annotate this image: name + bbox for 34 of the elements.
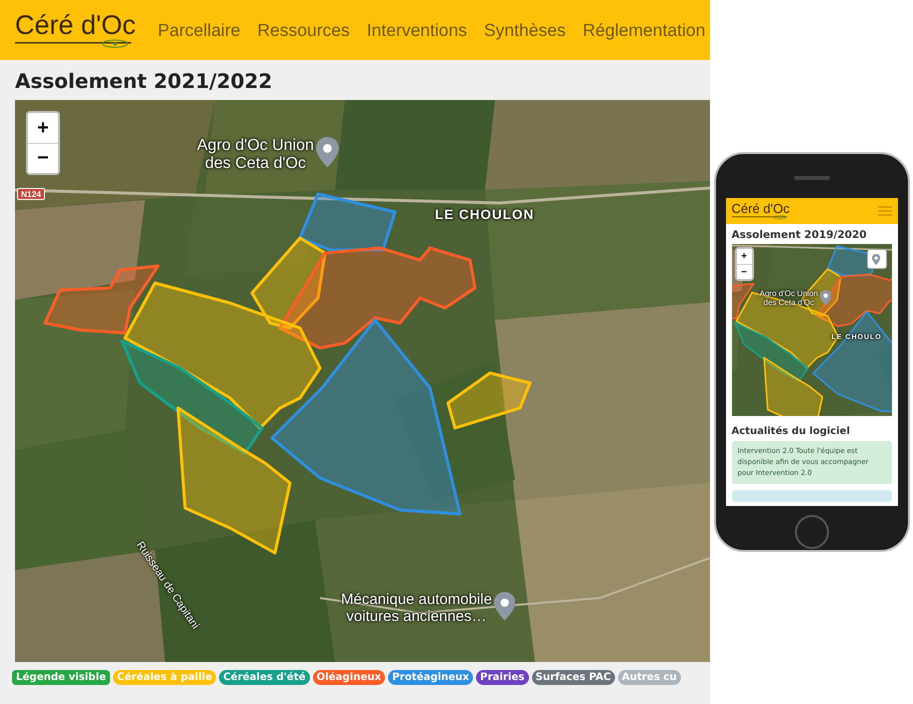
- page-title: Assolement 2019/2020: [730, 228, 868, 243]
- nav-link[interactable]: Synthèses: [484, 20, 566, 40]
- section-title: Actualités du logiciel: [730, 425, 851, 439]
- legend-tag[interactable]: Surfaces PAC: [532, 670, 615, 685]
- logo-underline-icon: [15, 38, 132, 48]
- map-pin-icon: [820, 290, 832, 306]
- zoom-out-button[interactable]: −: [28, 143, 58, 173]
- legend-tag[interactable]: Céréales d'été: [219, 670, 310, 685]
- place-label: Agro d'Oc Union des Ceta d'Oc: [197, 137, 314, 172]
- map-pin-icon: [316, 137, 339, 168]
- road-sign: N124: [17, 188, 46, 200]
- home-button[interactable]: [794, 515, 828, 549]
- place-label: Agro d'Oc Union des Ceta d'Oc: [760, 290, 818, 308]
- menu-icon[interactable]: [878, 206, 892, 216]
- page-title: Assolement 2021/2022: [14, 68, 274, 95]
- legend-tag[interactable]: Autres cu: [618, 670, 681, 685]
- legend-tag[interactable]: Oléagineux: [312, 670, 386, 685]
- nav-link[interactable]: Réglementation: [582, 20, 706, 40]
- legend-tag[interactable]: Légende visible: [12, 670, 110, 685]
- phone-speaker: [794, 176, 830, 180]
- legend-tag[interactable]: Prairies: [476, 670, 528, 685]
- logo-text[interactable]: Céré d'Oc: [15, 12, 136, 39]
- legend-tag[interactable]: Protéagineux: [388, 670, 474, 685]
- nav-link[interactable]: Parcellaire: [158, 20, 240, 40]
- locate-button[interactable]: [866, 249, 886, 269]
- map-pin-icon: [494, 592, 516, 620]
- nav-link[interactable]: Interventions: [366, 20, 467, 40]
- logo-text[interactable]: Céré d'Oc: [732, 202, 790, 216]
- map-pin-icon: [872, 254, 881, 264]
- nav-link[interactable]: Ressources: [257, 20, 350, 40]
- locality-label: LE CHOULON: [435, 208, 534, 223]
- place-label: Mécanique automobile voitures anciennes…: [341, 592, 492, 625]
- logo-underline-icon: [732, 215, 788, 220]
- zoom-out-button[interactable]: −: [736, 264, 752, 279]
